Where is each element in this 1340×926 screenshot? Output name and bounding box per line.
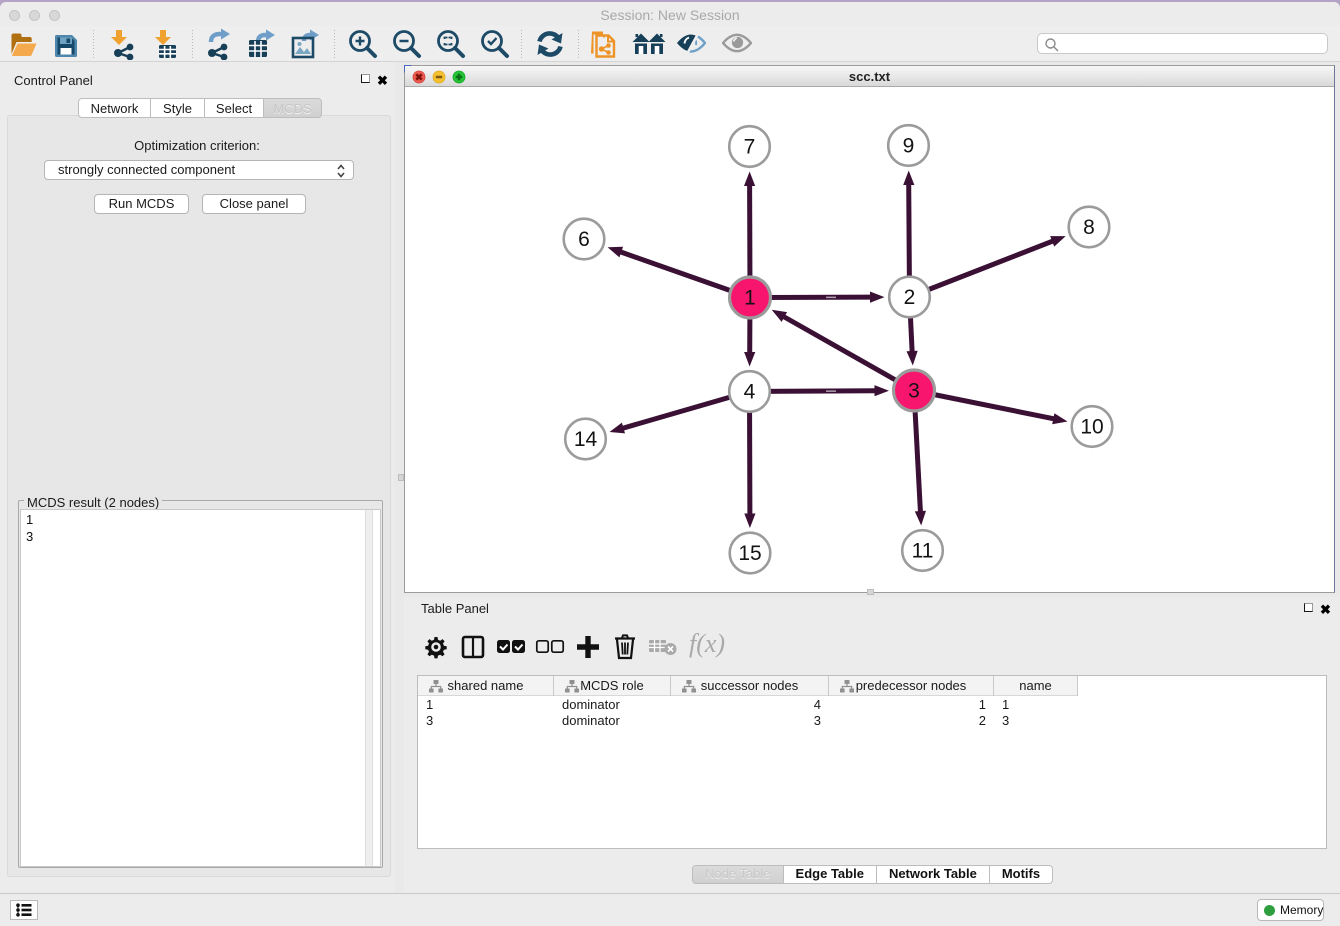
svg-text:7: 7: [744, 136, 756, 159]
svg-text:2: 2: [904, 286, 916, 309]
svg-text:1: 1: [744, 287, 756, 310]
svg-text:10: 10: [1080, 416, 1103, 439]
svg-text:8: 8: [1083, 216, 1095, 239]
svg-text:15: 15: [738, 542, 761, 565]
svg-text:9: 9: [903, 135, 915, 158]
svg-text:6: 6: [578, 228, 590, 251]
svg-text:14: 14: [574, 428, 598, 451]
svg-text:11: 11: [912, 540, 934, 563]
svg-text:4: 4: [744, 381, 756, 404]
svg-text:3: 3: [908, 380, 920, 403]
